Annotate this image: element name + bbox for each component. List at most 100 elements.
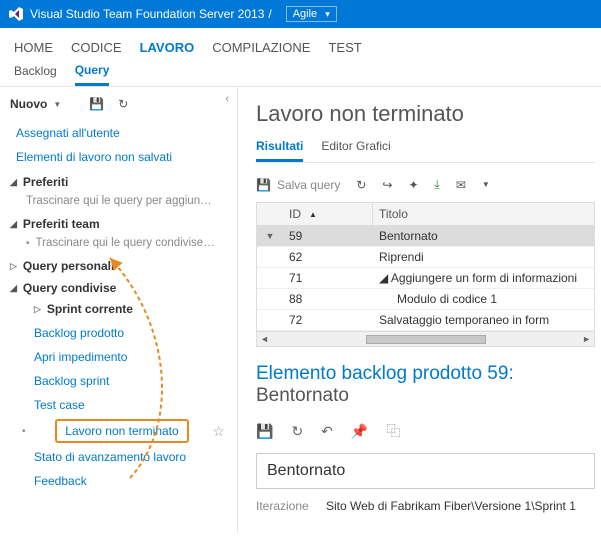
section-preferiti-label: Preferiti: [23, 175, 68, 189]
horizontal-scrollbar[interactable]: ◄ ►: [257, 331, 594, 346]
refresh-icon[interactable]: ↻: [118, 97, 128, 111]
section-preferiti[interactable]: ◢Preferiti: [10, 169, 229, 191]
sub-backlog[interactable]: Backlog: [14, 64, 57, 86]
hub-codice[interactable]: CODICE: [71, 40, 122, 55]
chevron-down-icon: ▾: [325, 9, 330, 20]
detail-heading: Elemento backlog prodotto 59: Bentornato: [256, 363, 595, 407]
hub-lavoro[interactable]: LAVORO: [140, 40, 195, 55]
section-query-personali-label: Query personali: [23, 259, 114, 273]
row-expander[interactable]: ▼: [257, 231, 283, 241]
email-icon[interactable]: ✉: [456, 178, 466, 192]
sidebar-item-feedback[interactable]: Feedback: [10, 469, 229, 493]
results-toolbar: 💾 Salva query ↻ ↪ ✦ ⤓ ✉ ▼: [256, 173, 595, 202]
breadcrumb-separator: /: [268, 7, 271, 21]
results-grid: ID ▲ Titolo ▼59Bentornato62Riprendi71◢ Ag…: [256, 202, 595, 347]
app-titlebar: Visual Studio Team Foundation Server 201…: [0, 0, 601, 28]
sidebar: ‹ Nuovo ▼ 💾 ↻ Assegnati all'utente Eleme…: [0, 87, 238, 533]
section-query-condivise[interactable]: ◢Query condivise: [10, 275, 229, 297]
table-row[interactable]: ▼59Bentornato: [257, 226, 594, 247]
section-preferiti-team-label: Preferiti team: [23, 217, 100, 231]
save-icon[interactable]: 💾: [256, 423, 273, 440]
new-item-icon[interactable]: ✦: [408, 178, 418, 192]
grid-header: ID ▲ Titolo: [257, 203, 594, 226]
refresh-icon[interactable]: ↻: [291, 423, 303, 440]
hub-test[interactable]: TEST: [328, 40, 361, 55]
copy-icon[interactable]: ⿻: [386, 421, 400, 441]
save-query-label: Salva query: [277, 178, 340, 192]
item-title-input[interactable]: Bentornato: [256, 453, 595, 489]
collapse-sidebar-icon[interactable]: ‹: [225, 93, 229, 105]
preferiti-team-hint: •Trascinare qui le query condivise…: [10, 233, 229, 253]
iteration-label: Iterazione: [256, 499, 326, 513]
cell-title: ◢ Aggiungere un form di informazioni: [373, 268, 594, 288]
export-icon[interactable]: ⤓: [435, 177, 440, 192]
sprint-corrente-label: Sprint corrente: [47, 302, 133, 316]
main-tabs: Risultati Editor Grafici: [256, 139, 595, 163]
table-row[interactable]: 72Salvataggio temporaneo in form: [257, 310, 594, 331]
iteration-value[interactable]: Sito Web di Fabrikam Fiber\Versione 1\Sp…: [326, 499, 576, 513]
project-name: Agile: [293, 8, 317, 20]
new-button[interactable]: Nuovo ▼: [10, 97, 61, 111]
more-icon[interactable]: ▼: [482, 180, 490, 189]
col-titolo[interactable]: Titolo: [373, 203, 594, 225]
cell-title: Salvataggio temporaneo in form: [373, 310, 594, 330]
sub-query[interactable]: Query: [75, 63, 110, 86]
redo-icon[interactable]: ↪: [382, 178, 392, 192]
vs-logo-icon: [8, 6, 24, 22]
link-icon[interactable]: 📌: [351, 423, 368, 440]
main-panel: Lavoro non terminato Risultati Editor Gr…: [238, 87, 601, 533]
save-icon: 💾: [256, 178, 271, 192]
table-row[interactable]: 88Modulo di codice 1: [257, 289, 594, 310]
section-preferiti-team[interactable]: ◢Preferiti team: [10, 211, 229, 233]
save-icon[interactable]: 💾: [89, 97, 104, 111]
cell-title: Riprendi: [373, 247, 594, 267]
iteration-row: Iterazione Sito Web di Fabrikam Fiber\Ve…: [256, 499, 595, 513]
sidebar-item-lavoro-non-terminato-wrap: • Lavoro non terminato ☆: [10, 417, 229, 445]
col-id[interactable]: ID ▲: [283, 203, 373, 225]
col-id-label: ID: [289, 207, 301, 221]
cell-id: 72: [283, 310, 373, 330]
hub-nav: HOME CODICE LAVORO COMPILAZIONE TEST: [0, 28, 601, 61]
cell-title: Modulo di codice 1: [373, 289, 594, 309]
bullet-icon: •: [22, 426, 26, 437]
undo-icon[interactable]: ↶: [321, 423, 333, 440]
sidebar-item-stato[interactable]: Stato di avanzamento lavoro: [10, 445, 229, 469]
sidebar-item-backlog-prodotto[interactable]: Backlog prodotto: [10, 321, 229, 345]
refresh-icon[interactable]: ↻: [356, 178, 366, 192]
cell-id: 88: [283, 289, 373, 309]
sidebar-item-sprint-corrente[interactable]: ▷Sprint corrente: [10, 297, 229, 321]
sidebar-link-assegnati[interactable]: Assegnati all'utente: [10, 121, 229, 145]
detail-heading-lead: Elemento backlog prodotto 59:: [256, 363, 514, 384]
scroll-thumb[interactable]: [366, 335, 486, 344]
sidebar-item-test-case[interactable]: Test case: [10, 393, 229, 417]
detail-heading-trail: Bentornato: [256, 385, 349, 406]
save-query-button[interactable]: 💾 Salva query: [256, 178, 340, 192]
sidebar-item-backlog-sprint[interactable]: Backlog sprint: [10, 369, 229, 393]
favorite-star-icon[interactable]: ☆: [212, 423, 225, 440]
tab-editor-grafici[interactable]: Editor Grafici: [321, 139, 390, 162]
project-dropdown[interactable]: Agile ▾: [286, 6, 337, 22]
product-name: Visual Studio Team Foundation Server 201…: [30, 7, 264, 21]
sort-asc-icon: ▲: [309, 210, 317, 219]
cell-id: 71: [283, 268, 373, 288]
preferiti-hint: Trascinare qui le query per aggiun…: [10, 191, 229, 211]
table-row[interactable]: 71◢ Aggiungere un form di informazioni: [257, 268, 594, 289]
chevron-down-icon: ▼: [53, 100, 61, 109]
scroll-left-icon[interactable]: ◄: [260, 334, 269, 344]
hub-compilazione[interactable]: COMPILAZIONE: [212, 40, 310, 55]
cell-title: Bentornato: [373, 226, 594, 246]
item-detail: Elemento backlog prodotto 59: Bentornato…: [256, 363, 595, 513]
scroll-right-icon[interactable]: ►: [582, 334, 591, 344]
section-query-personali[interactable]: ▷Query personali: [10, 253, 229, 275]
table-row[interactable]: 62Riprendi: [257, 247, 594, 268]
cell-id: 59: [283, 226, 373, 246]
new-button-label: Nuovo: [10, 97, 47, 111]
sidebar-item-lavoro-non-terminato[interactable]: Lavoro non terminato: [55, 419, 188, 443]
section-query-condivise-label: Query condivise: [23, 281, 116, 295]
sidebar-link-non-salvati[interactable]: Elementi di lavoro non salvati: [10, 145, 229, 169]
hub-home[interactable]: HOME: [14, 40, 53, 55]
tab-risultati[interactable]: Risultati: [256, 139, 303, 162]
sidebar-item-apri-impedimento[interactable]: Apri impedimento: [10, 345, 229, 369]
detail-toolbar: 💾 ↻ ↶ 📌 ⿻: [256, 421, 595, 453]
sub-nav: Backlog Query: [0, 61, 601, 87]
